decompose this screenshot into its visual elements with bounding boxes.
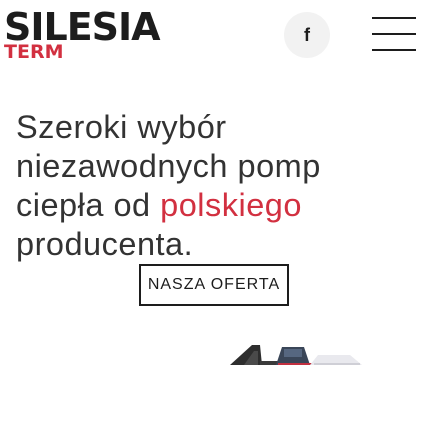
silesia-term-logo[interactable]: SILESIA TERM: [4, 8, 184, 66]
menu-bar-middle: [372, 33, 416, 35]
heat-pump-product-image: [230, 345, 362, 365]
site-header: SILESIA TERM f: [0, 0, 425, 80]
hero-text-end: producenta.: [16, 226, 194, 262]
facebook-icon: f: [304, 24, 310, 45]
logo-sub-text: TERM: [4, 41, 64, 63]
hamburger-menu-icon[interactable]: [372, 16, 416, 52]
hero-text-accent: polskiego: [160, 187, 302, 223]
facebook-button[interactable]: f: [284, 12, 330, 58]
menu-bar-bottom: [372, 49, 416, 51]
our-offer-button[interactable]: NASZA OFERTA: [139, 264, 289, 306]
hero-heading: Szeroki wybór niezawodnych pomp ciepła o…: [16, 108, 416, 264]
menu-bar-top: [372, 17, 416, 19]
